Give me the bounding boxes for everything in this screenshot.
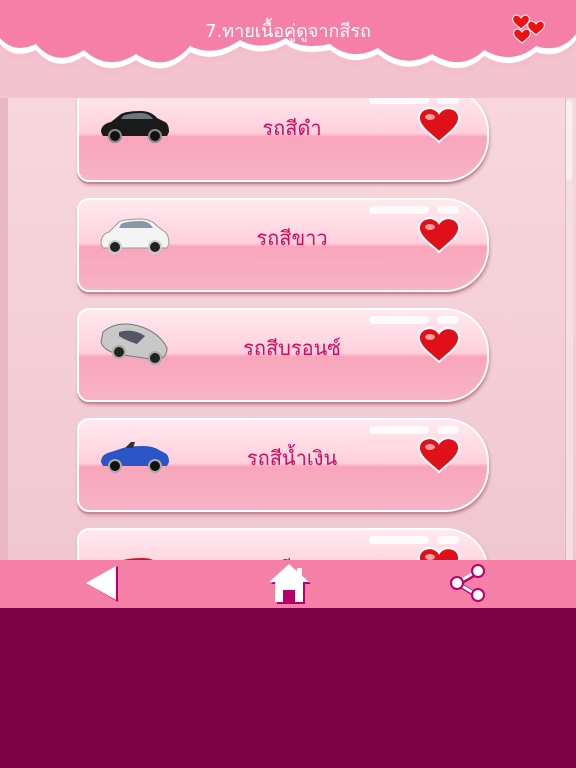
share-icon (450, 564, 485, 602)
gloss-highlight (369, 206, 429, 214)
list-item-black-car[interactable]: รถสีดำ (77, 98, 489, 182)
red-car-icon (123, 558, 154, 560)
item-label: รถสีน้ำเงิน (246, 446, 338, 470)
car-color-list[interactable]: รถสีดำ รถสีขาว รถสีบรอนซ์ รถสีน้ำเงิน (0, 98, 576, 560)
empty-background-area (0, 608, 576, 768)
gloss-highlight (369, 426, 429, 434)
blue-car-icon (101, 442, 169, 473)
home-icon (269, 564, 311, 604)
heart-icon (418, 327, 460, 364)
scrollbar-thumb[interactable] (566, 100, 572, 180)
silver-car-icon (100, 323, 168, 365)
home-button[interactable] (250, 560, 330, 608)
gloss-highlight (437, 426, 459, 434)
gloss-highlight (369, 316, 429, 324)
header-cloud-background (0, 0, 576, 75)
black-car-icon (101, 111, 169, 143)
list-item-red-car[interactable]: รถสีแดง (77, 528, 489, 560)
hearts-icon[interactable] (510, 12, 548, 46)
gloss-highlight (369, 98, 429, 104)
list-item-bronze-car[interactable]: รถสีบรอนซ์ (77, 308, 489, 402)
item-label: รถสีขาว (256, 226, 328, 250)
heart-icon (418, 437, 460, 474)
heart-icon (418, 547, 460, 560)
page-title: 7.ทายเนื้อคู่ดูจากสีรถ (205, 21, 371, 42)
back-button[interactable] (64, 560, 144, 608)
item-label: รถสีแดง (197, 552, 387, 560)
white-car-icon (100, 218, 170, 254)
gloss-highlight (369, 536, 429, 544)
gloss-highlight (437, 206, 459, 214)
left-panel-edge (0, 98, 8, 560)
bottom-navigation-bar (0, 560, 576, 608)
share-button[interactable] (428, 560, 508, 608)
gloss-highlight (437, 98, 459, 104)
list-item-white-car[interactable]: รถสีขาว (77, 198, 489, 292)
back-arrow-icon (86, 566, 118, 602)
header: 7.ทายเนื้อคู่ดูจากสีรถ (0, 0, 576, 98)
item-label: รถสีบรอนซ์ (243, 336, 341, 360)
gloss-highlight (437, 316, 459, 324)
item-label: รถสีดำ (262, 116, 322, 140)
list-item-blue-car[interactable]: รถสีน้ำเงิน (77, 418, 489, 512)
heart-icon (418, 107, 460, 144)
heart-icon (418, 217, 460, 254)
app-screen: 7.ทายเนื้อคู่ดูจากสีรถ รถสีดำ รถสีขาว รถ… (0, 0, 576, 608)
gloss-highlight (437, 536, 459, 544)
